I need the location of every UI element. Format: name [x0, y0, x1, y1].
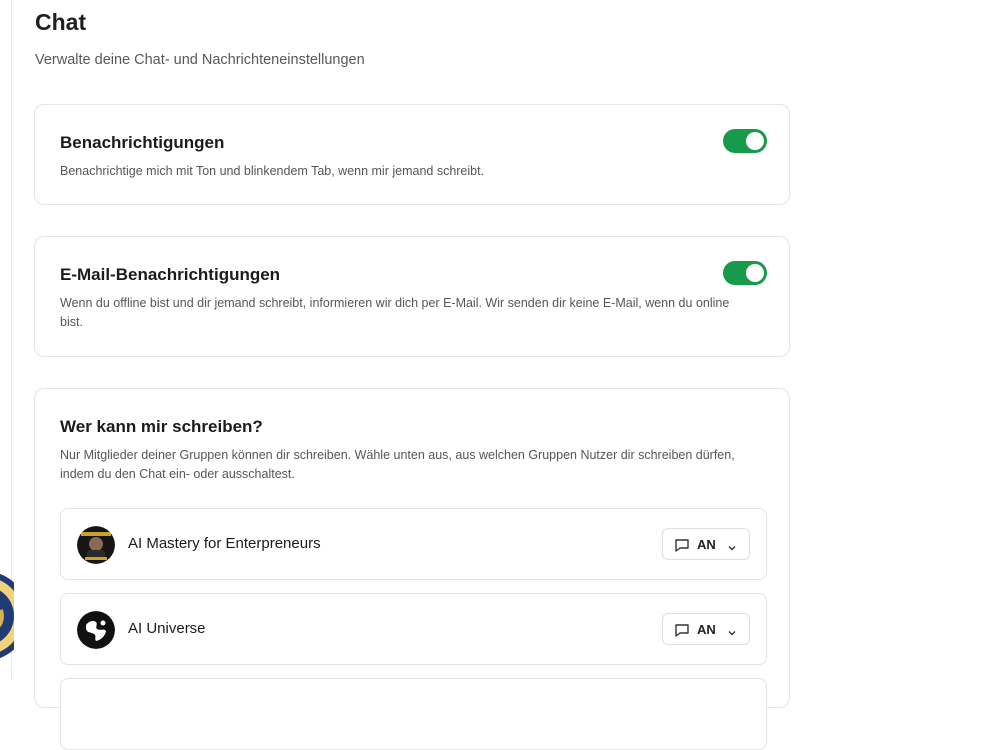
globe-icon: [77, 611, 115, 649]
who-can-message-card: Wer kann mir schreiben? Nur Mitglieder d…: [34, 388, 790, 750]
toggle-knob: [746, 264, 764, 282]
who-can-message-title: Wer kann mir schreiben?: [60, 417, 263, 436]
group-name: AI Mastery for Enterpreneurs: [128, 535, 321, 552]
group-chat-select[interactable]: AN: [662, 613, 750, 645]
toggle-knob: [746, 132, 764, 150]
group-row: AI Mastery for Enterpreneurs AN: [60, 508, 767, 580]
group-chat-select[interactable]: AN: [662, 528, 750, 560]
chevron-down-icon: [727, 625, 737, 636]
page-subtitle: Verwalte deine Chat- und Nachrichteneins…: [35, 52, 365, 68]
notifications-toggle[interactable]: [723, 129, 767, 153]
group-row: AI Universe AN: [60, 593, 767, 665]
chevron-down-icon: [727, 540, 737, 551]
email-notifications-description: Wenn du offline bist und dir jemand schr…: [60, 296, 730, 329]
email-notifications-setting-card: E-Mail-Benachrichtigungen Wenn du offlin…: [34, 236, 790, 357]
email-notifications-title: E-Mail-Benachrichtigungen: [60, 265, 281, 284]
message-icon: [674, 622, 690, 638]
community-logo-badge: [0, 562, 14, 670]
who-can-message-description: Nur Mitglieder deiner Gruppen können dir…: [60, 448, 735, 481]
message-icon: [674, 537, 690, 553]
chat-select-value: AN: [697, 537, 716, 552]
chat-select-value: AN: [697, 622, 716, 637]
group-row: [60, 678, 767, 750]
group-avatar-photo: [77, 526, 115, 564]
notifications-title: Benachrichtigungen: [60, 133, 225, 152]
notifications-description: Benachrichtige mich mit Ton und blinkend…: [60, 164, 485, 178]
notifications-setting-card: Benachrichtigungen Benachrichtige mich m…: [34, 104, 790, 205]
group-name: AI Universe: [128, 620, 206, 637]
email-notifications-toggle[interactable]: [723, 261, 767, 285]
page-title: Chat: [35, 9, 87, 35]
